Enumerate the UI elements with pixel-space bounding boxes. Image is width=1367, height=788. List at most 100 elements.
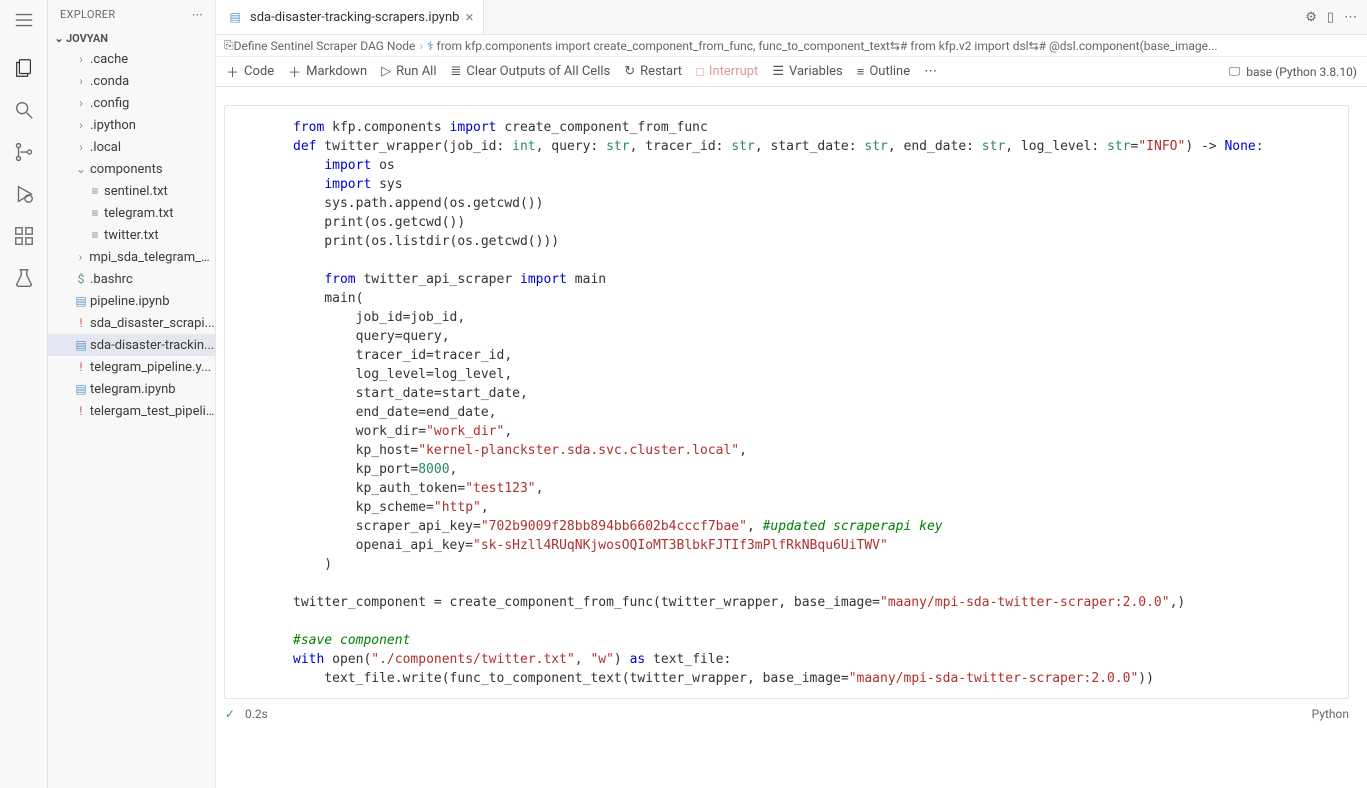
run-icon[interactable] bbox=[12, 182, 36, 206]
kernel-picker[interactable]: 🖵 base (Python 3.8.10) bbox=[1229, 64, 1357, 79]
cell-body[interactable]: from kfp.components import create_compon… bbox=[277, 106, 1348, 698]
chevron-down-icon: ⌄ bbox=[52, 32, 66, 45]
file-item-16[interactable]: !telergam_test_pipeli... bbox=[48, 400, 215, 422]
file-label: .conda bbox=[90, 74, 129, 89]
file-item-10[interactable]: $.bashrc bbox=[48, 268, 215, 290]
more-icon[interactable]: ⋯ bbox=[192, 8, 203, 21]
file-item-1[interactable]: ›.conda bbox=[48, 70, 215, 92]
cell-language[interactable]: Python bbox=[1312, 707, 1349, 721]
extensions-icon[interactable] bbox=[12, 224, 36, 248]
file-item-9[interactable]: ›mpi_sda_telegram_s... bbox=[48, 246, 215, 268]
file-item-5[interactable]: ⌄components bbox=[48, 158, 215, 180]
file-item-0[interactable]: ›.cache bbox=[48, 48, 215, 70]
explorer-icon[interactable] bbox=[12, 56, 36, 80]
notebook-toolbar: ＋Code ＋Markdown ▷Run All ≣Clear Outputs … bbox=[216, 57, 1367, 87]
file-label: .cache bbox=[90, 52, 128, 67]
file-label: sentinel.txt bbox=[104, 184, 168, 199]
activity-bar bbox=[0, 0, 48, 788]
plus-icon: ＋ bbox=[226, 62, 239, 81]
file-item-14[interactable]: !telegram_pipeline.y... bbox=[48, 356, 215, 378]
stop-icon: □ bbox=[696, 64, 704, 80]
explorer-title: EXPLORER bbox=[60, 8, 115, 21]
restart-button[interactable]: ↻Restart bbox=[624, 64, 682, 79]
clear-outputs-button[interactable]: ≣Clear Outputs of All Cells bbox=[451, 64, 611, 79]
add-code-button[interactable]: ＋Code bbox=[226, 62, 274, 81]
file-label: .ipython bbox=[90, 118, 136, 133]
beaker-icon[interactable] bbox=[12, 266, 36, 290]
execution-time: 0.2s bbox=[245, 707, 268, 721]
python-icon: ⚕ bbox=[427, 39, 434, 53]
notebook-area[interactable]: from kfp.components import create_compon… bbox=[216, 87, 1367, 788]
tab-active[interactable]: ▤ sda-disaster-tracking-scrapers.ipynb × bbox=[216, 0, 484, 34]
run-all-button[interactable]: ▷Run All bbox=[381, 64, 436, 79]
clear-icon: ≣ bbox=[451, 64, 462, 79]
file-label: telegram_pipeline.y... bbox=[90, 360, 211, 375]
file-label: twitter.txt bbox=[104, 228, 159, 243]
file-item-3[interactable]: ›.ipython bbox=[48, 114, 215, 136]
txt-icon: ≡ bbox=[86, 206, 104, 220]
close-icon[interactable]: × bbox=[465, 8, 473, 26]
txt-icon: ≡ bbox=[86, 184, 104, 198]
restart-icon: ↻ bbox=[624, 64, 635, 79]
nb-icon: ▤ bbox=[72, 382, 90, 396]
sh-icon: $ bbox=[72, 272, 90, 286]
cell[interactable]: from kfp.components import create_compon… bbox=[224, 105, 1349, 699]
main-pane: ▤ sda-disaster-tracking-scrapers.ipynb ×… bbox=[216, 0, 1367, 788]
file-item-15[interactable]: ▤telegram.ipynb bbox=[48, 378, 215, 400]
nb-icon: ▤ bbox=[72, 338, 90, 352]
file-item-2[interactable]: ›.config bbox=[48, 92, 215, 114]
folder-icon: › bbox=[72, 250, 90, 264]
check-icon: ✓ bbox=[225, 707, 235, 721]
chevron-right-icon: › bbox=[419, 39, 423, 53]
breadcrumb[interactable]: ⎘ Define Sentinel Scraper DAG Node › ⚕ f… bbox=[216, 35, 1367, 57]
gear-icon[interactable]: ⚙ bbox=[1305, 10, 1317, 25]
file-item-4[interactable]: ›.local bbox=[48, 136, 215, 158]
interrupt-button[interactable]: □Interrupt bbox=[696, 64, 758, 80]
breadcrumb-node2[interactable]: from kfp.components import create_compon… bbox=[437, 39, 1218, 53]
add-markdown-button[interactable]: ＋Markdown bbox=[288, 62, 367, 81]
notebook-icon: ▤ bbox=[226, 10, 244, 24]
search-icon[interactable] bbox=[12, 98, 36, 122]
layout-icon[interactable]: ▯ bbox=[1327, 10, 1334, 25]
file-item-6[interactable]: ≡sentinel.txt bbox=[48, 180, 215, 202]
file-label: telegram.txt bbox=[104, 206, 174, 221]
code-content[interactable]: from kfp.components import create_compon… bbox=[293, 118, 1332, 688]
tab-bar: ▤ sda-disaster-tracking-scrapers.ipynb ×… bbox=[216, 0, 1367, 35]
cell-status-bar: [14] ✓ 0.2s Python bbox=[224, 707, 1349, 721]
folder-icon: › bbox=[72, 140, 90, 154]
file-item-11[interactable]: ▤pipeline.ipynb bbox=[48, 290, 215, 312]
play-all-icon: ▷ bbox=[381, 64, 391, 79]
file-item-12[interactable]: !sda_disaster_scrapi... bbox=[48, 312, 215, 334]
file-label: .bashrc bbox=[90, 272, 133, 287]
tab-actions: ⚙ ▯ ⋯ bbox=[1295, 0, 1367, 34]
more-icon[interactable]: ⋯ bbox=[1344, 10, 1357, 25]
sidebar: EXPLORER ⋯ ⌄ JOVYAN ›.cache›.conda›.conf… bbox=[48, 0, 216, 788]
file-label: telegram.ipynb bbox=[90, 382, 176, 397]
file-label: mpi_sda_telegram_s... bbox=[89, 250, 215, 265]
yaml-icon: ! bbox=[72, 404, 90, 418]
folder-icon: › bbox=[72, 74, 90, 88]
folder-open-icon: ⌄ bbox=[72, 162, 90, 176]
nb-icon: ▤ bbox=[72, 294, 90, 308]
more-actions[interactable]: ⋯ bbox=[924, 64, 937, 79]
workspace-name: JOVYAN bbox=[66, 32, 108, 45]
file-item-7[interactable]: ≡telegram.txt bbox=[48, 202, 215, 224]
variables-button[interactable]: ☰Variables bbox=[772, 64, 842, 79]
file-label: components bbox=[90, 162, 163, 177]
file-item-13[interactable]: ▤sda-disaster-trackin... bbox=[48, 334, 215, 356]
file-label: telergam_test_pipeli... bbox=[90, 404, 215, 419]
menu-icon[interactable] bbox=[12, 8, 36, 32]
sidebar-section[interactable]: ⌄ JOVYAN bbox=[48, 29, 215, 48]
file-item-8[interactable]: ≡twitter.txt bbox=[48, 224, 215, 246]
cell-gutter bbox=[225, 106, 277, 698]
file-label: sda-disaster-trackin... bbox=[90, 338, 214, 353]
breadcrumb-cell-icon: ⎘ bbox=[224, 38, 234, 53]
git-icon[interactable] bbox=[12, 140, 36, 164]
file-tree: ›.cache›.conda›.config›.ipython›.local⌄c… bbox=[48, 48, 215, 422]
breadcrumb-node1[interactable]: Define Sentinel Scraper DAG Node bbox=[234, 39, 416, 53]
yaml-icon: ! bbox=[72, 316, 90, 330]
folder-icon: › bbox=[72, 52, 90, 66]
file-label: sda_disaster_scrapi... bbox=[90, 316, 215, 331]
tab-title: sda-disaster-tracking-scrapers.ipynb bbox=[250, 10, 459, 25]
outline-button[interactable]: ≡Outline bbox=[857, 64, 910, 80]
